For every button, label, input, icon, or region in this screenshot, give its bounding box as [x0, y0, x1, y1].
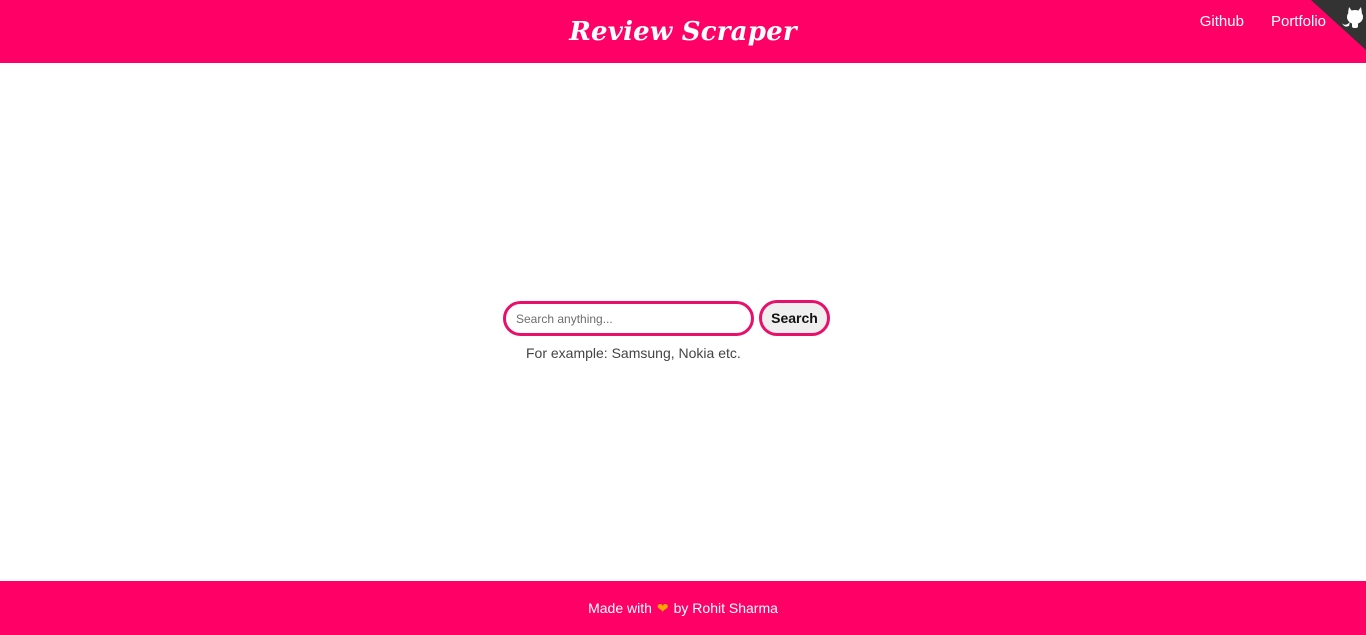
search-section: Search For example: Samsung, Nokia etc.: [0, 300, 1366, 370]
footer: Made with ❤ by Rohit Sharma: [0, 581, 1366, 635]
footer-prefix: Made with: [588, 600, 652, 616]
footer-author: by Rohit Sharma: [673, 600, 778, 616]
search-button[interactable]: Search: [759, 300, 830, 336]
github-octocat-icon: [1311, 0, 1366, 50]
page: Review Scraper Github Portfolio Search a…: [0, 0, 1366, 635]
brand-title[interactable]: Review Scraper: [569, 17, 796, 47]
brand-title-wrapper: Review Scraper: [0, 0, 1366, 63]
nav-links: Github Portfolio: [1200, 13, 1326, 31]
nav-link-github[interactable]: Github: [1200, 13, 1244, 31]
search-hint: For example: Samsung, Nokia etc.: [526, 345, 741, 361]
heart-icon: ❤: [656, 600, 669, 616]
search-input[interactable]: [503, 301, 754, 336]
top-navbar: Review Scraper Github Portfolio: [0, 0, 1366, 63]
github-corner[interactable]: [1311, 0, 1366, 50]
